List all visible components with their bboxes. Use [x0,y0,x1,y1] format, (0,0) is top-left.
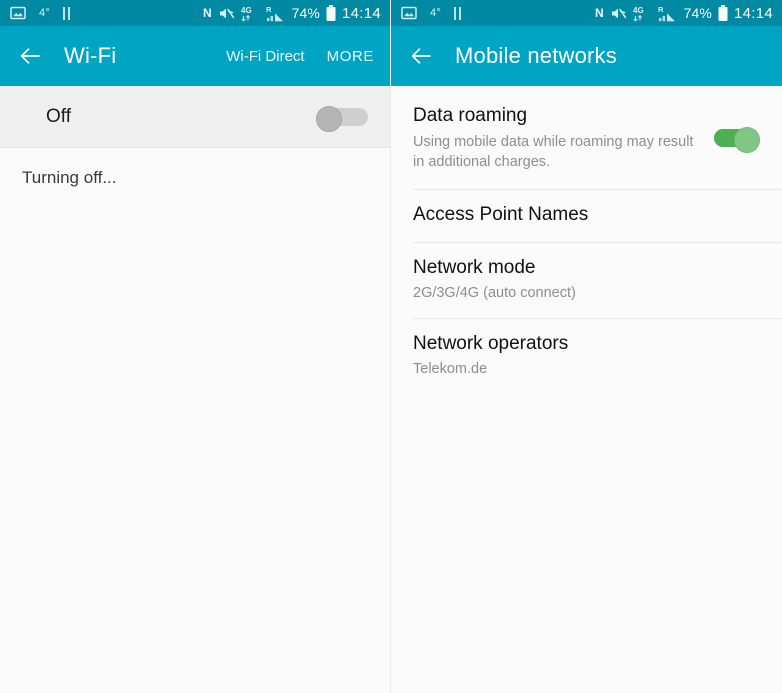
back-arrow-icon[interactable] [18,43,44,69]
row-text: Data roaming Using mobile data while roa… [413,104,708,173]
list-item-subtitle: Telekom.de [413,361,488,378]
back-arrow-icon[interactable] [409,43,435,69]
svg-text:R: R [266,5,272,14]
app-bar-actions: Wi-Fi Direct MORE [226,48,374,65]
list-item-subtitle: Using mobile data while roaming may resu… [413,133,694,171]
list-item-title: Network operators [413,332,569,354]
toggle-knob [734,127,760,154]
row-text: Network operators Telekom.de [413,332,760,380]
battery-icon [326,4,336,21]
temperature-indicator: 4° [430,7,441,19]
wifi-toggle-switch[interactable] [316,105,368,132]
battery-percent-label: 74% [683,5,712,21]
list-item-subtitle: 2G/3G/4G (auto connect) [413,285,576,302]
4g-data-icon: 4G [241,6,252,21]
page-title: Mobile networks [455,43,617,68]
mobile-networks-list: Data roaming Using mobile data while roa… [391,86,782,394]
wifi-state-label: Off [46,105,71,127]
wifi-app-bar: Wi-Fi Wi-Fi Direct MORE [0,26,390,86]
clock-label: 14:14 [341,4,381,22]
wifi-direct-button[interactable]: Wi-Fi Direct [226,48,304,65]
battery-icon [718,4,728,21]
list-item-title: Data roaming [413,105,528,126]
row-text: Access Point Names [413,203,760,228]
battery-percent-label: 74% [291,5,320,21]
status-bar-left-icons: 4° [401,5,461,21]
roaming-signal-icon: R [266,5,283,21]
pause-icon [62,6,70,20]
dual-screenshot-stage: 4° N 4G R 74% 14:14 Wi-Fi Wi-Fi Direct M… [0,0,782,693]
list-item-network-operators[interactable]: Network operators Telekom.de [391,317,782,394]
left-phone-panel: 4° N 4G R 74% 14:14 Wi-Fi Wi-Fi Direct M… [0,0,391,693]
data-roaming-toggle-switch[interactable] [708,127,760,154]
nfc-icon: N [202,6,212,20]
status-bar: 4° N 4G R 74% 14:14 [0,0,390,26]
mute-icon [219,8,234,18]
mute-icon [611,8,626,18]
4g-data-icon: 4G [633,6,644,21]
status-bar-right-icons: N 4G R 74% 14:14 [594,4,773,22]
status-bar-right-icons: N 4G R 74% 14:14 [202,4,381,22]
clock-label: 14:14 [733,4,773,22]
roaming-signal-icon: R [658,5,675,21]
svg-text:4G: 4G [241,6,252,15]
pause-icon [453,6,461,20]
list-item-title: Access Point Names [413,203,589,225]
screenshot-icon [401,6,417,20]
status-bar-left-icons: 4° [10,5,70,21]
toggle-knob [316,105,342,132]
temperature-indicator: 4° [39,7,50,19]
svg-text:R: R [658,5,664,14]
screenshot-icon [10,6,26,20]
list-item-data-roaming[interactable]: Data roaming Using mobile data while roa… [391,88,782,189]
page-title: Wi-Fi [64,43,117,68]
wifi-toggle-row[interactable]: Off [0,86,390,148]
row-text: Network mode 2G/3G/4G (auto connect) [413,256,760,304]
mobile-networks-app-bar: Mobile networks [391,26,782,86]
svg-text:4G: 4G [633,6,644,15]
status-bar: 4° N 4G R 74% 14:14 [391,0,782,26]
nfc-icon: N [594,6,604,20]
more-button[interactable]: MORE [327,48,374,65]
wifi-status-text: Turning off... [22,168,117,187]
list-item-network-mode[interactable]: Network mode 2G/3G/4G (auto connect) [391,241,782,318]
list-item-access-point-names[interactable]: Access Point Names [391,188,782,242]
list-item-title: Network mode [413,256,536,278]
right-phone-panel: 4° N 4G R 74% 14:14 Mobile networks Data… [391,0,782,693]
